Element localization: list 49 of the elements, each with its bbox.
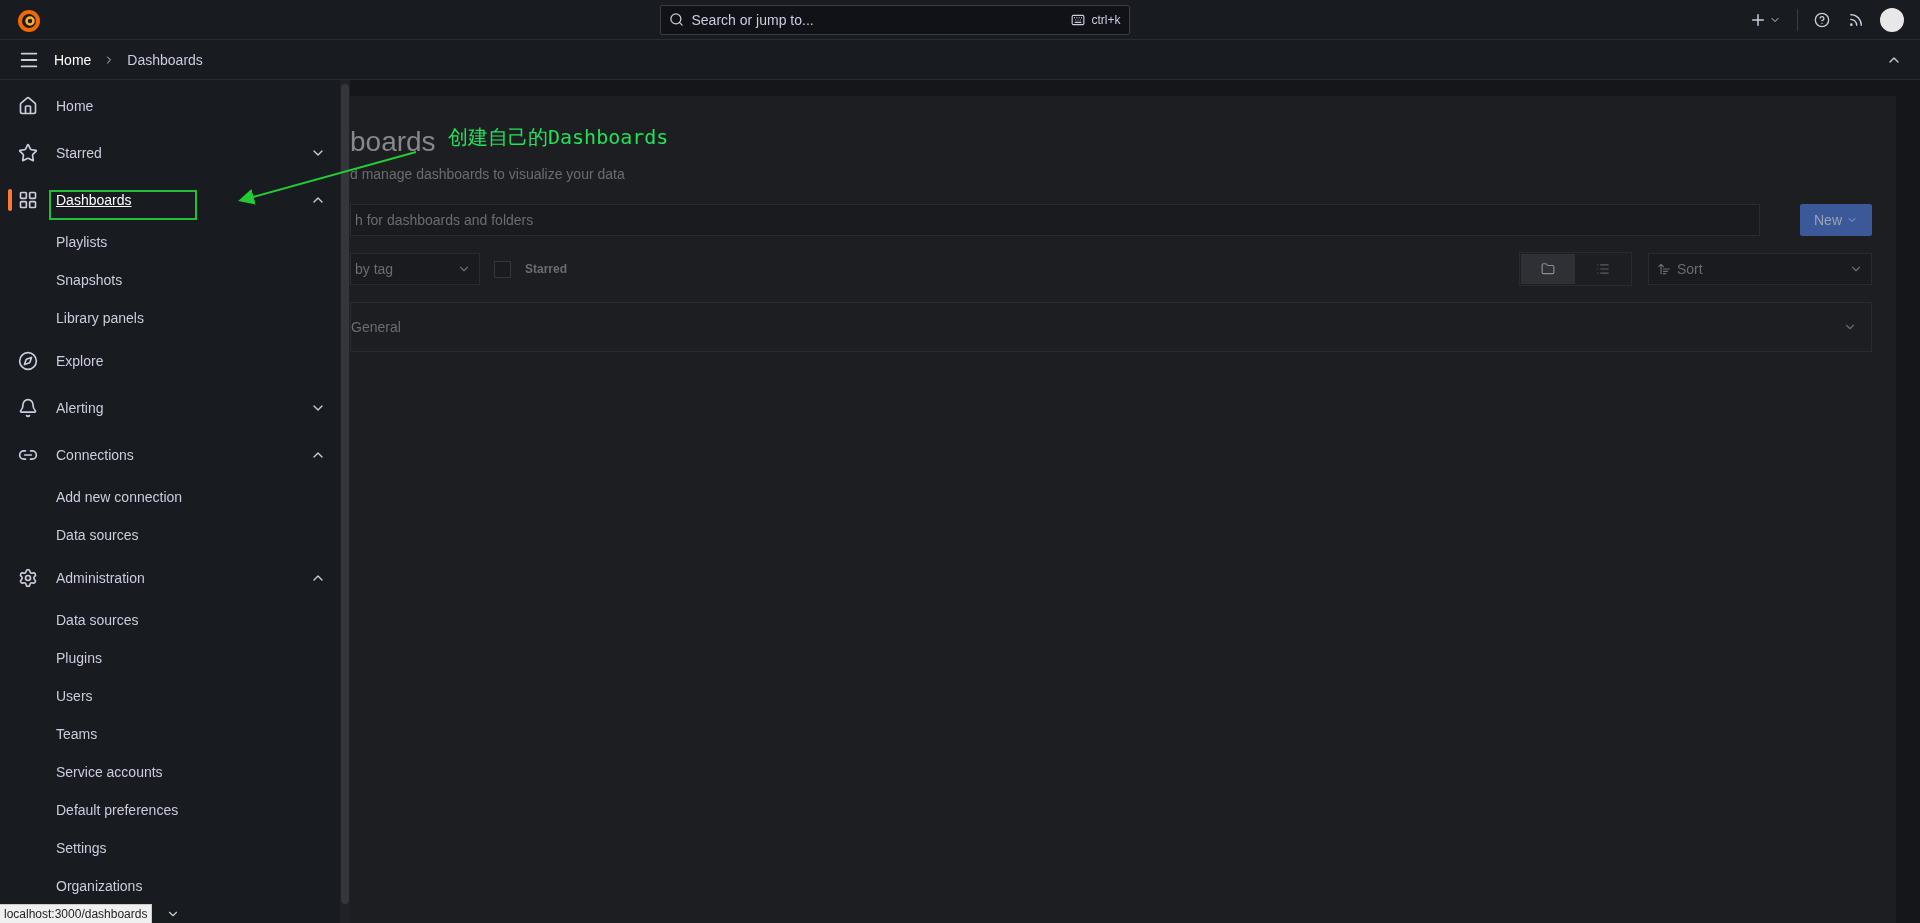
nav-icon — [18, 567, 38, 588]
page-title: boards — [350, 126, 436, 158]
nav-icon — [18, 142, 38, 163]
search-icon — [668, 12, 684, 27]
url-tooltip: localhost:3000/dashboards — [0, 904, 153, 923]
help-icon — [1814, 11, 1830, 28]
nav-subitem[interactable]: Service accounts — [56, 764, 163, 780]
nav-subitem[interactable]: Data sources — [56, 612, 139, 628]
nav-item[interactable]: Home — [56, 97, 94, 114]
nav-subitem[interactable]: Library panels — [56, 310, 144, 326]
nav-subitem[interactable]: Plugins — [56, 650, 102, 666]
nav-subitem[interactable]: Settings — [56, 840, 107, 856]
nav-subitem[interactable]: Teams — [56, 726, 98, 742]
search-field[interactable]: h for dashboards and folders — [350, 204, 1760, 236]
keyboard-icon — [1071, 12, 1086, 27]
nav-subitem[interactable]: Organizations — [56, 878, 143, 894]
nav-subitem[interactable]: Add new connection — [56, 489, 183, 505]
nav-subitem[interactable]: Default preferences — [56, 802, 179, 818]
page-subtitle: d manage dashboards to visualize your data — [350, 166, 626, 182]
nav-item[interactable]: Dashboards — [56, 191, 132, 208]
nav-icon — [18, 95, 38, 116]
nav-subitem[interactable]: Snapshots — [56, 272, 123, 288]
annotation-text: 创建自己的Dashboards — [448, 124, 669, 151]
starred-label: Starred — [525, 262, 568, 276]
search-input[interactable]: Search or jump to... — [689, 10, 1066, 29]
breadcrumb-link[interactable]: Home — [54, 51, 92, 68]
rss-icon — [1848, 11, 1864, 28]
folder-icon — [1541, 262, 1555, 276]
breadcrumb-link[interactable]: Dashboards — [127, 51, 203, 68]
starred-checkbox[interactable] — [494, 260, 511, 278]
nav-item[interactable]: Explore — [56, 352, 104, 369]
nav-subitem[interactable]: Playlists — [56, 234, 108, 250]
folder-view-button[interactable] — [1521, 254, 1575, 284]
nav-item[interactable]: Connections — [56, 446, 134, 463]
nav-item[interactable]: Starred — [56, 144, 102, 161]
folder-name: General — [351, 319, 401, 335]
list-icon — [1596, 262, 1610, 276]
nav-subitem[interactable]: Users — [56, 688, 93, 704]
nav-icon — [18, 397, 38, 418]
shortcut-hint: ctrl+k — [1091, 12, 1121, 27]
nav-item[interactable]: Administration — [56, 569, 145, 586]
nav-item[interactable]: Alerting — [56, 399, 104, 416]
scrollbar[interactable] — [340, 80, 350, 923]
user-avatar[interactable] — [1880, 7, 1904, 32]
sort-icon — [1657, 262, 1671, 276]
search-bar[interactable]: Search or jump to... ctrl+k — [659, 4, 1130, 35]
nav-icon — [18, 189, 38, 210]
nav-subitem[interactable]: Data sources — [56, 527, 139, 543]
nav-icon — [18, 350, 38, 371]
